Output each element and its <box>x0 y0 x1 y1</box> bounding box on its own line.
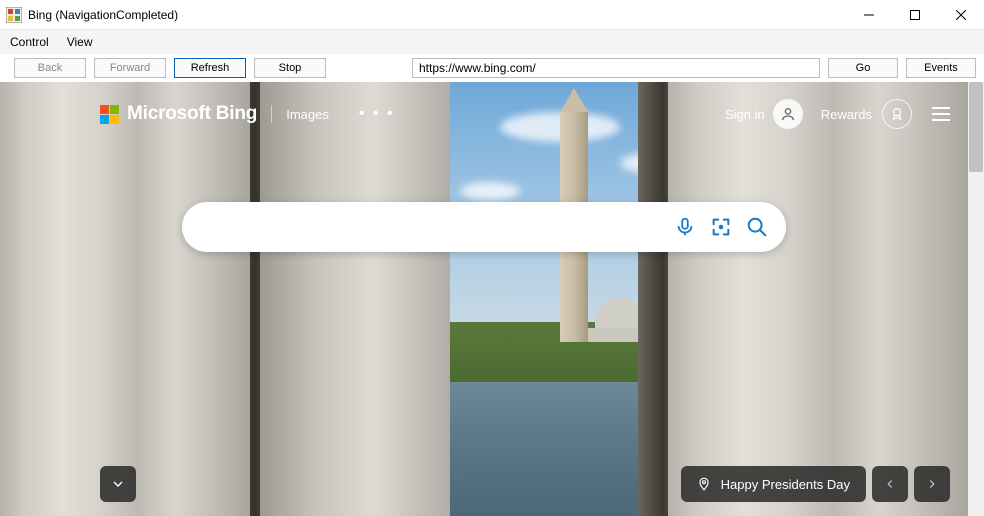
vertical-scrollbar[interactable] <box>968 82 984 516</box>
browser-viewport: Microsoft Bing Images • • • Sign in Rewa… <box>0 82 984 516</box>
image-search-icon <box>710 216 732 238</box>
image-caption-text: Happy Presidents Day <box>721 477 850 492</box>
hamburger-menu-button[interactable] <box>932 107 950 121</box>
bing-brand[interactable]: Microsoft Bing <box>127 103 257 125</box>
search-box <box>182 202 786 252</box>
maximize-button[interactable] <box>892 0 938 30</box>
next-image-button[interactable] <box>914 466 950 502</box>
chevron-right-icon <box>925 477 939 491</box>
rewards-link[interactable]: Rewards <box>821 107 872 122</box>
voice-search-button[interactable] <box>674 216 696 238</box>
background-image <box>0 82 968 516</box>
back-button[interactable]: Back <box>14 58 86 78</box>
image-caption-pill[interactable]: Happy Presidents Day <box>681 466 866 502</box>
image-search-button[interactable] <box>710 216 732 238</box>
search-button[interactable] <box>746 216 768 238</box>
menu-bar: Control View <box>0 30 984 54</box>
url-input[interactable] <box>412 58 820 78</box>
events-button[interactable]: Events <box>906 58 976 78</box>
search-icon <box>746 216 768 238</box>
chevron-down-icon <box>110 476 126 492</box>
previous-image-button[interactable] <box>872 466 908 502</box>
minimize-button[interactable] <box>846 0 892 30</box>
microsoft-logo-icon <box>100 105 119 124</box>
menu-control[interactable]: Control <box>10 35 49 49</box>
toolbar: Back Forward Refresh Stop Go Events <box>0 54 984 82</box>
app-icon <box>6 7 22 23</box>
bing-header: Microsoft Bing Images • • • Sign in Rewa… <box>0 94 968 134</box>
stop-button[interactable]: Stop <box>254 58 326 78</box>
location-pin-icon <box>697 477 711 491</box>
microphone-icon <box>674 216 696 238</box>
rewards-badge-button[interactable] <box>882 99 912 129</box>
close-button[interactable] <box>938 0 984 30</box>
forward-button[interactable]: Forward <box>94 58 166 78</box>
chevron-left-icon <box>883 477 897 491</box>
go-button[interactable]: Go <box>828 58 898 78</box>
avatar-button[interactable] <box>773 99 803 129</box>
window-titlebar: Bing (NavigationCompleted) <box>0 0 984 30</box>
images-link[interactable]: Images <box>286 107 329 122</box>
scrollbar-thumb[interactable] <box>969 82 983 172</box>
refresh-button[interactable]: Refresh <box>174 58 246 78</box>
scroll-down-button[interactable] <box>100 466 136 502</box>
menu-view[interactable]: View <box>67 35 93 49</box>
window-title: Bing (NavigationCompleted) <box>28 8 846 22</box>
sign-in-link[interactable]: Sign in <box>725 107 765 122</box>
more-menu-icon[interactable]: • • • <box>359 105 395 123</box>
medal-icon <box>890 107 904 121</box>
person-icon <box>780 106 796 122</box>
search-input[interactable] <box>200 218 660 236</box>
divider <box>271 105 272 123</box>
